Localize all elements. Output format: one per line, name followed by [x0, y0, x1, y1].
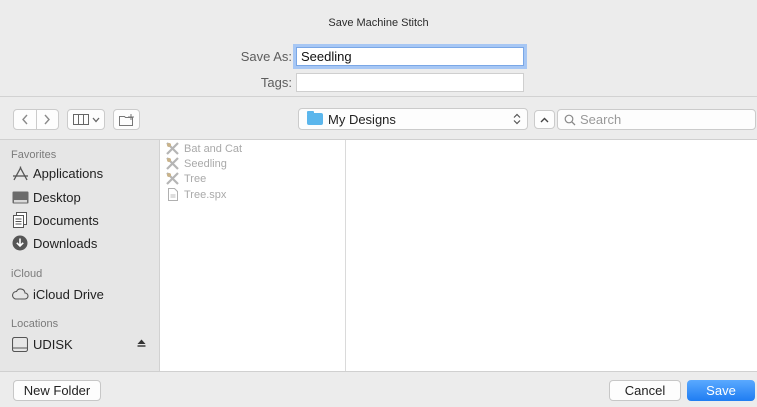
file-name: Tree.spx: [184, 188, 227, 201]
sidebar-item-desktop[interactable]: Desktop: [11, 186, 156, 208]
divider: [0, 371, 757, 372]
new-folder-button[interactable]: New Folder: [13, 380, 101, 401]
new-folder-toolbar-button[interactable]: [113, 109, 140, 130]
disk-icon: [11, 335, 29, 353]
sidebar-header-favorites: Favorites: [11, 149, 57, 161]
search-icon: [564, 114, 576, 125]
applications-icon: [11, 164, 29, 182]
sidebar-item-applications[interactable]: Applications: [11, 162, 156, 184]
chevron-down-icon: [92, 117, 99, 122]
cancel-button[interactable]: Cancel: [609, 380, 681, 401]
collapse-button[interactable]: [534, 110, 555, 129]
documents-icon: [11, 211, 29, 229]
sidebar-item-label: Applications: [33, 165, 104, 181]
search-field[interactable]: Search: [557, 109, 756, 130]
empty-column: [346, 140, 757, 371]
sidebar-item-downloads[interactable]: Downloads: [11, 232, 156, 254]
back-button[interactable]: [14, 110, 36, 129]
sidebar-item-label: Downloads: [33, 235, 98, 251]
save-as-input[interactable]: [296, 46, 524, 66]
file-item-bat-and-cat: Bat and Cat: [166, 141, 242, 156]
new-folder-icon: [118, 113, 134, 126]
sidebar-item-documents[interactable]: Documents: [11, 209, 156, 231]
sidebar-item-label: Desktop: [33, 189, 81, 205]
dialog-title: Save Machine Stitch: [328, 17, 429, 29]
sidebar-header-icloud: iCloud: [11, 268, 43, 280]
file-item-tree-spx: Tree.spx: [166, 187, 226, 202]
chevron-right-icon: [44, 114, 51, 125]
history-nav: [13, 109, 59, 130]
stitch-icon: [166, 142, 179, 155]
forward-button[interactable]: [35, 110, 59, 129]
folder-icon: [307, 111, 323, 125]
save-dialog: Save Machine Stitch Save As: Tags:: [0, 0, 757, 407]
sidebar-item-icloud-drive[interactable]: iCloud Drive: [11, 283, 156, 305]
downloads-icon: [11, 234, 29, 252]
file-item-tree: Tree: [166, 171, 206, 186]
tags-label: Tags:: [260, 74, 292, 90]
updown-chevron-icon: [513, 113, 521, 125]
sidebar-header-locations: Locations: [11, 318, 59, 330]
desktop-icon: [11, 188, 29, 206]
sidebar-item-label: Documents: [33, 212, 99, 228]
file-name: Bat and Cat: [184, 142, 243, 155]
chevron-left-icon: [21, 114, 28, 125]
save-as-label: Save As:: [240, 48, 292, 64]
tags-row: Tags:: [232, 71, 524, 93]
save-button[interactable]: Save: [687, 380, 755, 401]
file-item-seedling: Seedling: [166, 156, 227, 171]
view-mode-button[interactable]: [67, 109, 105, 130]
chevron-up-icon: [540, 117, 549, 122]
search-placeholder: Search: [580, 112, 622, 127]
cloud-icon: [11, 285, 29, 303]
eject-icon[interactable]: [137, 338, 146, 350]
sidebar-item-udisk[interactable]: UDISK: [11, 333, 156, 355]
sidebar-item-label: UDISK: [33, 336, 73, 352]
file-name: Tree: [184, 172, 207, 185]
location-label: My Designs: [328, 111, 396, 127]
tags-input[interactable]: [296, 72, 524, 92]
sidebar: Favorites Applications Desktop Documents…: [0, 140, 159, 371]
location-popup[interactable]: My Designs: [298, 108, 528, 130]
column-view-icon: [72, 114, 89, 125]
sidebar-item-label: iCloud Drive: [33, 286, 104, 302]
file-name: Seedling: [184, 157, 227, 170]
document-icon: [166, 188, 179, 201]
stitch-icon: [166, 157, 179, 170]
file-column: Bat and Cat Seedling Tree Tree.spx: [160, 140, 345, 371]
stitch-icon: [166, 172, 179, 185]
save-as-row: Save As:: [232, 45, 524, 67]
